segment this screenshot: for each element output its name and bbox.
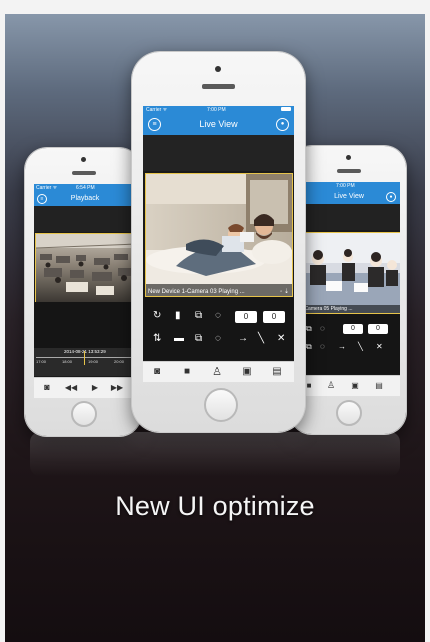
- rotate-icon[interactable]: ↻: [153, 310, 161, 321]
- left-tick-17: 17:00: [36, 359, 47, 364]
- left-phone-speaker: [72, 171, 96, 175]
- center-time: 7:00 PM: [207, 107, 226, 113]
- center-navbar: ≡ Live View ●: [143, 114, 294, 135]
- center-counter-a[interactable]: 0: [235, 311, 257, 323]
- right-control-panel: ⧉ ◌ 0 0 ⧉ ◌ → ╲ ✕: [298, 314, 400, 374]
- center-family-image: [146, 174, 292, 296]
- right-copy-icon[interactable]: ⧉: [306, 324, 312, 334]
- left-home-button[interactable]: [71, 401, 97, 427]
- copy-icon[interactable]: ⧉: [195, 310, 202, 321]
- monitor-icon[interactable]: ▬: [174, 333, 184, 344]
- left-phone-camera: [81, 157, 86, 162]
- center-record-button[interactable]: ●: [276, 118, 289, 131]
- focus-icon[interactable]: ◌: [215, 310, 221, 321]
- left-office-image: [36, 234, 136, 302]
- frame-right: [425, 0, 430, 642]
- center-phone-camera: [215, 66, 221, 72]
- rewind-icon[interactable]: ◀◀: [64, 383, 78, 392]
- center-phone-screen: Carrier ᯤ 7:00 PM ≡ Live View ● New Devi…: [143, 106, 294, 382]
- right-status-bar: 7:00 PM: [298, 182, 400, 189]
- right-focus-icon-2[interactable]: ◌: [320, 342, 325, 351]
- frame-left: [0, 0, 5, 642]
- right-phone-camera: [346, 155, 351, 160]
- right-copy-icon-2[interactable]: ⧉: [306, 342, 312, 352]
- phone-reflection: [30, 432, 400, 476]
- center-video-status: New Device 1-Camera 03 Playing ...: [148, 289, 245, 295]
- right-tabbar: ■ ♙ ▣ ▤: [298, 375, 400, 396]
- flip-icon[interactable]: ⇅: [153, 333, 161, 344]
- center-control-panel: ↻ ▮ ⧉ ◌ 0 0 ⇅ ▬ ⧉ ◌ → ╲ ✕: [143, 297, 294, 360]
- left-title: Playback: [70, 195, 100, 202]
- left-tick-20: 20:00: [114, 359, 125, 364]
- person-tab-icon[interactable]: ♙: [324, 380, 338, 391]
- left-tabbar: ◙ ◀◀ ▶ ▶▶: [34, 377, 136, 398]
- left-tick-18: 18:00: [62, 359, 73, 364]
- center-blank-area: [143, 135, 294, 171]
- right-meeting-image: [300, 233, 400, 313]
- left-menu-button[interactable]: ≡: [37, 194, 47, 204]
- frame-top: [0, 0, 430, 14]
- left-video-feed: [35, 233, 136, 303]
- camera-tab-icon[interactable]: ◙: [149, 366, 165, 377]
- right-navbar: Live View ●: [298, 189, 400, 204]
- left-playhead: [84, 351, 85, 365]
- pen-icon[interactable]: ╲: [258, 333, 264, 344]
- left-navbar: ≡ Playback: [34, 191, 136, 206]
- right-arrow-icon[interactable]: →: [338, 342, 346, 351]
- more-tab-icon[interactable]: ▤: [269, 366, 285, 377]
- left-blank-area: [34, 206, 136, 232]
- right-focus-icon[interactable]: ◌: [320, 324, 325, 333]
- center-phone: Carrier ᯤ 7:00 PM ≡ Live View ● New Devi…: [132, 52, 305, 432]
- center-carrier: Carrier ᯤ: [146, 107, 168, 113]
- right-phone: 7:00 PM Live View ● 1-Camera 05 Playing …: [290, 146, 406, 434]
- promo-caption: New UI optimize: [115, 491, 315, 521]
- right-counter-a[interactable]: 0: [343, 324, 363, 334]
- left-timeline-track: [36, 357, 134, 358]
- right-video-status: 1-Camera 05 Playing ...: [300, 305, 400, 313]
- left-tick-19: 19:00: [88, 359, 99, 364]
- promo-stage: Carrier ᯤ 6:54 PM ≡ Playback 2014-08-21 …: [0, 0, 430, 642]
- center-tabbar: ◙ ■ ♙ ▣ ▤: [143, 361, 294, 382]
- play-icon[interactable]: ▶: [88, 383, 102, 392]
- center-home-button[interactable]: [204, 388, 238, 422]
- right-blank-area: [298, 204, 400, 230]
- center-video-feed: New Device 1-Camera 03 Playing ... ◦ ⇣: [145, 173, 293, 297]
- left-phone: Carrier ᯤ 6:54 PM ≡ Playback 2014-08-21 …: [25, 148, 141, 436]
- snapshot-tab-icon[interactable]: ▣: [239, 366, 255, 377]
- left-status-bar: Carrier ᯤ 6:54 PM: [34, 184, 136, 191]
- right-title: Live View: [334, 193, 364, 200]
- left-dark-panel: [34, 302, 136, 348]
- copy-icon-2[interactable]: ⧉: [195, 333, 202, 344]
- right-home-button[interactable]: [336, 400, 362, 426]
- right-video-feed: 1-Camera 05 Playing ...: [299, 232, 400, 314]
- left-phone-screen: Carrier ᯤ 6:54 PM ≡ Playback 2014-08-21 …: [34, 184, 136, 398]
- center-title: Live View: [199, 119, 238, 129]
- fast-forward-icon[interactable]: ▶▶: [110, 383, 124, 392]
- snapshot-tab-icon[interactable]: ▣: [348, 381, 362, 390]
- right-phone-screen: 7:00 PM Live View ● 1-Camera 05 Playing …: [298, 182, 400, 396]
- right-phone-speaker: [337, 169, 361, 173]
- close-icon[interactable]: ✕: [277, 333, 285, 344]
- arrow-icon[interactable]: →: [238, 333, 248, 344]
- camera-tab-icon[interactable]: ◙: [40, 382, 54, 392]
- right-counter-b[interactable]: 0: [368, 324, 388, 334]
- right-record-button[interactable]: ●: [386, 192, 396, 202]
- person-tab-icon[interactable]: ♙: [209, 365, 225, 378]
- video-tab-icon[interactable]: ■: [179, 366, 195, 377]
- center-video-status-icons: ◦ ⇣: [280, 289, 289, 295]
- center-phone-speaker: [202, 84, 235, 89]
- focus-icon-2[interactable]: ◌: [215, 333, 221, 344]
- center-status-bar: Carrier ᯤ 7:00 PM: [143, 106, 294, 114]
- more-tab-icon[interactable]: ▤: [372, 381, 386, 390]
- left-timeline[interactable]: 2014-08-21 13:53:29 17:00 18:00 19:00 20…: [34, 348, 136, 376]
- mic-icon[interactable]: ▮: [175, 310, 181, 321]
- center-counter-b[interactable]: 0: [263, 311, 285, 323]
- center-menu-button[interactable]: ≡: [148, 118, 161, 131]
- right-close-icon[interactable]: ✕: [376, 342, 383, 351]
- right-pen-icon[interactable]: ╲: [358, 342, 363, 351]
- battery-icon: [281, 107, 291, 111]
